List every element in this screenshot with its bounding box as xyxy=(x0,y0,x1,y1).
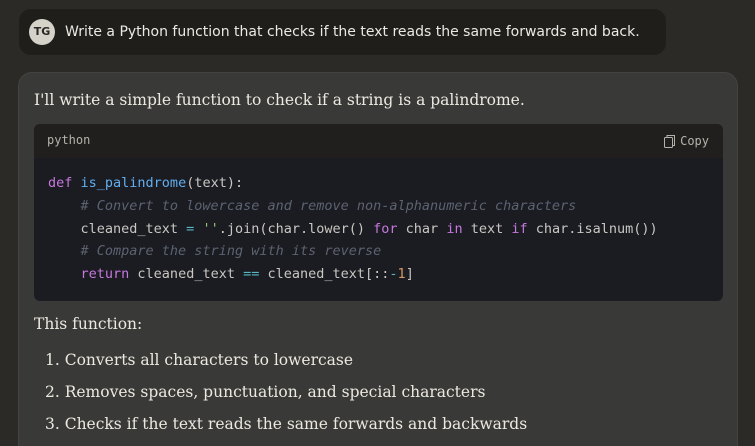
list-item: 1. Converts all characters to lowercase xyxy=(45,351,354,369)
code-block-header: python Copy xyxy=(34,124,723,158)
assistant-intro-text: I'll write a simple function to check if… xyxy=(34,91,525,109)
user-message: TG Write a Python function that checks i… xyxy=(19,9,666,55)
code-language-label: python xyxy=(47,133,91,147)
copy-button[interactable]: Copy xyxy=(664,133,709,149)
user-avatar: TG xyxy=(29,19,55,45)
assistant-message: I'll write a simple function to check if… xyxy=(18,72,738,446)
list-item: 3. Checks if the text reads the same for… xyxy=(45,415,528,433)
copy-label: Copy xyxy=(680,134,709,148)
summary-intro-text: This function: xyxy=(34,315,143,333)
code-block: python Copy def is_palindrome(text): # C… xyxy=(34,124,723,301)
list-item: 2. Removes spaces, punctuation, and spec… xyxy=(45,383,486,401)
copy-icon xyxy=(664,134,676,148)
user-message-text: Write a Python function that checks if t… xyxy=(65,24,640,40)
code-content: def is_palindrome(text): # Convert to lo… xyxy=(48,175,658,283)
